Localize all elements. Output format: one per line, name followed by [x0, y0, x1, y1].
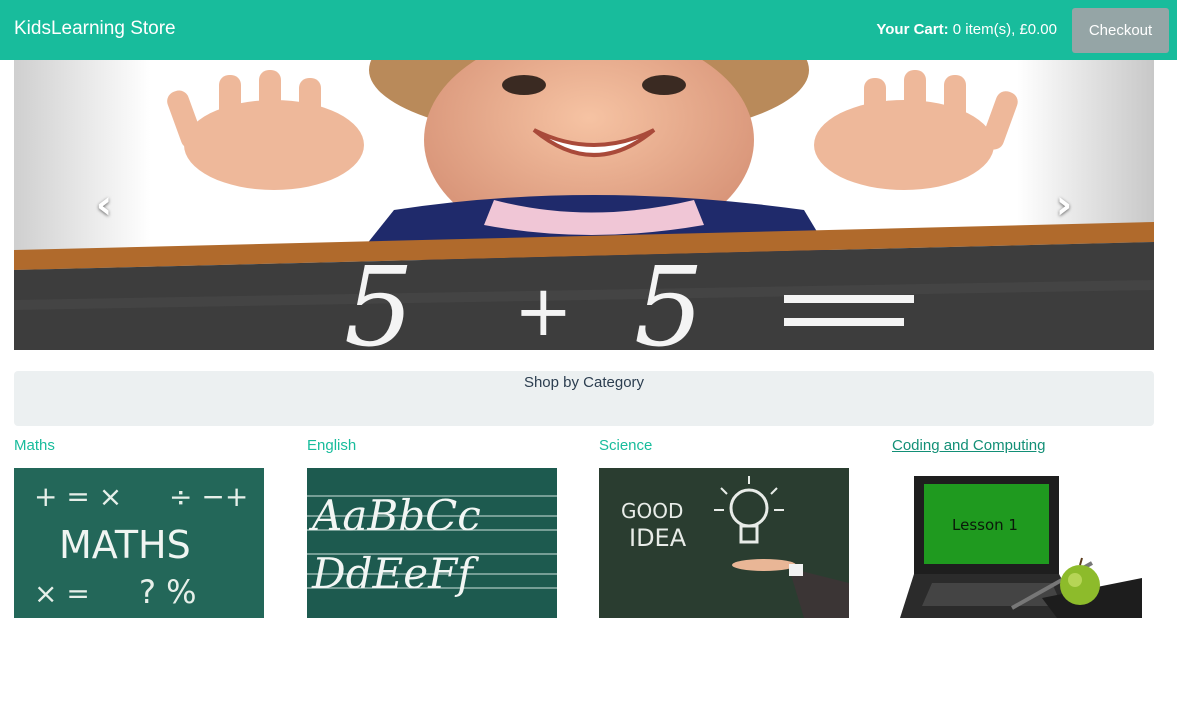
category-card-maths: Maths + = × ÷ −+ MATHS × = ? %: [14, 437, 274, 618]
category-card-english: English AaBbCc DdEeFf: [307, 437, 567, 618]
cart-value: 0 item(s), £0.00: [952, 21, 1057, 38]
category-heading: Shop by Category: [523, 374, 645, 391]
maths-image[interactable]: + = × ÷ −+ MATHS × = ? %: [14, 468, 264, 618]
category-card-science: Science GOOD IDEA: [599, 437, 859, 618]
hero-carousel: 5 + 5 ‹ ›: [14, 60, 1154, 350]
chevron-right-icon: ›: [1055, 182, 1073, 228]
category-link-maths[interactable]: Maths: [14, 437, 274, 457]
checkout-button[interactable]: Checkout: [1072, 8, 1169, 53]
navbar: KidsLearning Store Your Cart: 0 item(s),…: [0, 0, 1177, 60]
category-link-science[interactable]: Science: [599, 437, 859, 457]
svg-text:IDEA: IDEA: [629, 524, 687, 552]
carousel-next-button[interactable]: ›: [974, 60, 1154, 350]
cart-label: Your Cart:: [876, 21, 949, 38]
category-heading-well: Shop by Category: [14, 371, 1154, 426]
svg-text:GOOD: GOOD: [621, 499, 683, 523]
svg-text:+ = ×: + = ×: [34, 480, 122, 513]
svg-text:AaBbCc: AaBbCc: [308, 491, 481, 540]
category-link-english[interactable]: English: [307, 437, 567, 457]
svg-text:÷ −+: ÷ −+: [169, 480, 248, 513]
category-card-coding: Coding and Computing Lesson 1: [892, 437, 1152, 618]
category-link-coding[interactable]: Coding and Computing: [892, 437, 1152, 457]
carousel-prev-button[interactable]: ‹: [14, 60, 194, 350]
chevron-left-icon: ‹: [95, 182, 113, 228]
english-image[interactable]: AaBbCc DdEeFf: [307, 468, 557, 618]
svg-text:5: 5: [634, 243, 704, 350]
cart-summary: Your Cart: 0 item(s), £0.00: [876, 21, 1057, 38]
brand-link[interactable]: KidsLearning Store: [14, 18, 176, 40]
svg-text:× =: × =: [34, 577, 90, 610]
svg-text:MATHS: MATHS: [59, 523, 191, 567]
svg-text:+: +: [514, 270, 573, 350]
svg-text:DdEeFf: DdEeFf: [311, 549, 479, 598]
svg-text:5: 5: [344, 243, 414, 350]
svg-text:? %: ? %: [139, 573, 197, 611]
svg-text:Lesson 1: Lesson 1: [952, 516, 1018, 534]
science-image[interactable]: GOOD IDEA: [599, 468, 849, 618]
coding-image[interactable]: Lesson 1: [892, 468, 1142, 618]
